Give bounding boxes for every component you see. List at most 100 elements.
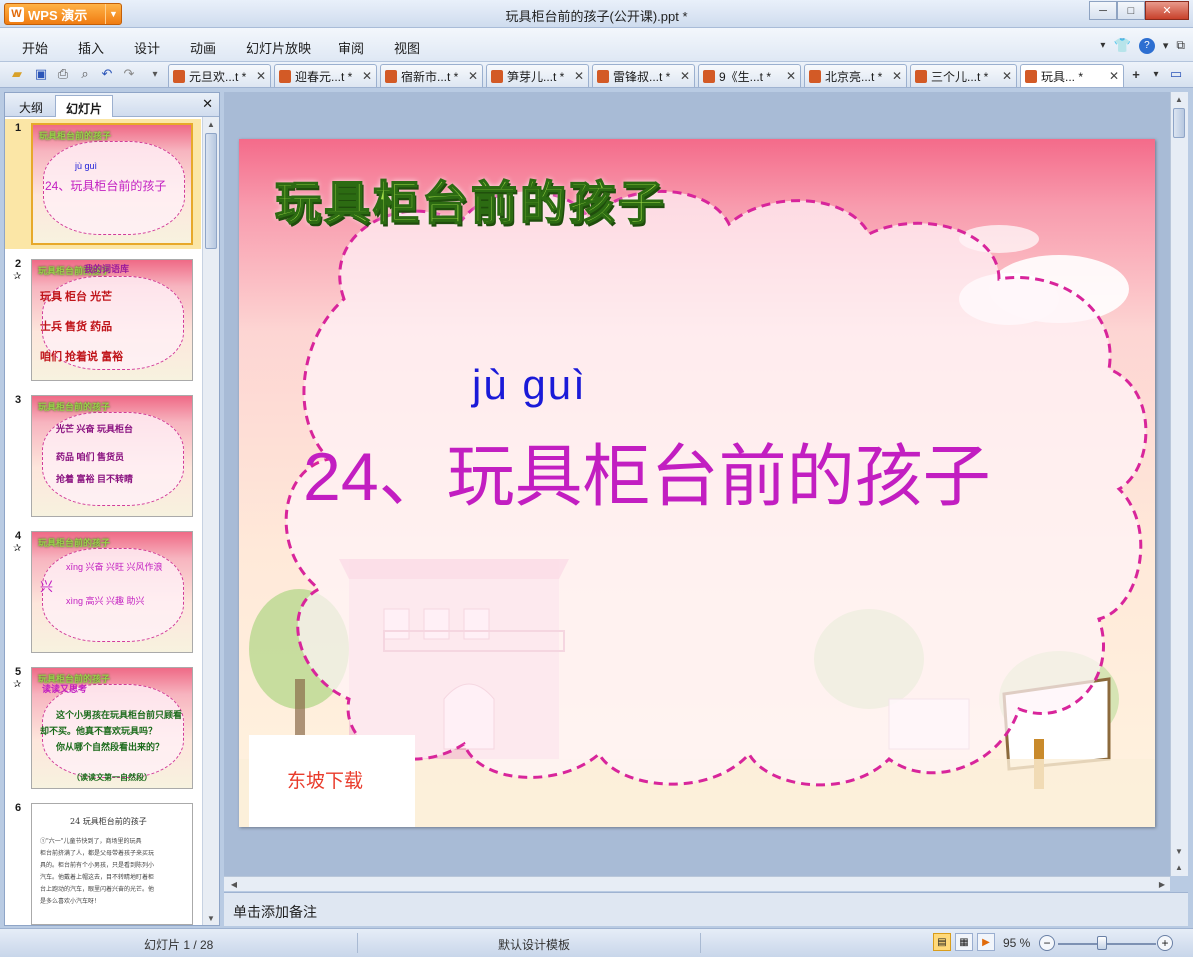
undo-icon[interactable]: ↶ (99, 66, 115, 82)
menu-design[interactable]: 设计 (134, 38, 160, 57)
slide-thumbnail-2[interactable]: 玩具柜台前的孩子 我的词语库 玩具 柜台 光芒 士兵 售货 药品 咱们 抢着说 … (31, 259, 193, 381)
slide-title-art[interactable]: 玩具柜台前的孩子 (274, 167, 667, 233)
close-button[interactable]: ✕ (1145, 1, 1189, 20)
prev-slide-icon[interactable]: ▲ (1171, 860, 1187, 874)
status-bar: 幻灯片 1 / 28 默认设计模板 ▤ ▦ ▶ 95 % − + (0, 928, 1193, 957)
redo-icon[interactable]: ↷ (121, 66, 137, 82)
scroll-up-icon[interactable]: ▲ (1171, 92, 1187, 106)
doc-tab-close-icon[interactable]: ✕ (468, 69, 478, 83)
thumb-text: 汽车。他戴着上帽这去，目不转睛地盯着柜 (40, 874, 155, 881)
menu-slideshow[interactable]: 幻灯片放映 (246, 38, 311, 57)
doc-tab-close-icon[interactable]: ✕ (1109, 69, 1119, 83)
thumb-title: 玩具柜台前的孩子 (39, 131, 112, 141)
slide-sorter-view-icon[interactable]: ▦ (955, 933, 973, 951)
doc-tab-6[interactable]: 9《生...t * ✕ (698, 64, 801, 87)
slide-horizontal-scrollbar[interactable]: ◀ ▶ (224, 876, 1170, 891)
thumb-text: 具的。柜台前有个小男孩，只是看到陈列小 (40, 862, 155, 869)
scroll-right-icon[interactable]: ▶ (1154, 877, 1170, 891)
scrollbar-thumb[interactable] (205, 133, 217, 249)
scroll-up-icon[interactable]: ▲ (203, 117, 219, 131)
slide-number: 2 (15, 258, 22, 270)
doc-tab-2[interactable]: 迎春元...t * ✕ (274, 64, 377, 87)
scrollbar-thumb[interactable] (1173, 108, 1185, 138)
doc-tab-1[interactable]: 元旦欢...t * ✕ (168, 64, 271, 87)
thumb-text: 柜台前挤满了人，都是父母带着孩子来买玩 (40, 850, 155, 857)
restore-icon[interactable]: ▾ (1163, 39, 1169, 52)
doc-tab-active[interactable]: 玩具... * ✕ (1020, 64, 1124, 87)
maximize-button[interactable]: □ (1117, 1, 1145, 20)
slide-thumbnail-4[interactable]: 玩具柜台前的孩子 xīng 兴奋 兴旺 兴风作浪 兴 xìng 高兴 兴趣 助兴 (31, 531, 193, 653)
save-icon[interactable]: ▣ (33, 66, 49, 82)
print-icon[interactable]: ⎙ (55, 66, 71, 82)
doc-tab-8[interactable]: 三个儿...t * ✕ (910, 64, 1017, 87)
print-preview-icon[interactable]: ⌕ (77, 66, 93, 82)
menu-view[interactable]: 视图 (394, 38, 420, 57)
thumbnail-row[interactable]: 5 ✰ 玩具柜台前的孩子 读读又思考 这个小男孩在玩具柜台前只顾看 却不买。他真… (5, 663, 201, 793)
pinyin-text[interactable]: jù guì (472, 361, 587, 409)
thumb-text: 是多么喜欢小汽车呀！ (40, 898, 101, 905)
doc-tab-close-icon[interactable]: ✕ (574, 69, 584, 83)
tab-slides[interactable]: 幻灯片 (55, 95, 114, 117)
lesson-heading[interactable]: 24、玩具柜台前的孩子 (303, 421, 991, 520)
minimize-button[interactable]: ─ (1089, 1, 1117, 20)
watermark-text[interactable]: 东坡下载 (287, 766, 363, 793)
tab-list-caret-icon[interactable]: ▾ (1148, 66, 1164, 82)
slide-number: 5 (15, 666, 22, 678)
thumbnail-row[interactable]: 2 ✰ 玩具柜台前的孩子 我的词语库 玩具 柜台 光芒 士兵 售货 药品 咱们 … (5, 255, 201, 385)
doc-tab-close-icon[interactable]: ✕ (892, 69, 902, 83)
doc-tab-7[interactable]: 北京亮...t * ✕ (804, 64, 907, 87)
slide-canvas[interactable]: 玩具柜台前的孩子 jù guì 24、玩具柜台前的孩子 东坡下载 (239, 139, 1155, 827)
scroll-down-icon[interactable]: ▼ (1171, 844, 1187, 858)
thumbnail-row[interactable]: 3 玩具柜台前的孩子 光芒 兴奋 玩具柜台 药品 咱们 售货员 抢着 富裕 目不… (5, 391, 201, 521)
doc-tab-close-icon[interactable]: ✕ (362, 69, 372, 83)
zoom-out-button[interactable]: − (1039, 935, 1055, 951)
slideshow-view-icon[interactable]: ▶ (977, 933, 995, 951)
scroll-down-icon[interactable]: ▼ (203, 911, 219, 925)
menu-review[interactable]: 审阅 (338, 38, 364, 57)
doc-tab-close-icon[interactable]: ✕ (786, 69, 796, 83)
open-icon[interactable]: ▰ (9, 66, 25, 82)
doc-tab-5[interactable]: 雷锋叔...t * ✕ (592, 64, 695, 87)
slide-number: 1 (15, 122, 22, 134)
thumb-text: 台上跑动的汽车，眼里闪着兴奋的光芒。他 (40, 886, 155, 893)
doc-tab-4[interactable]: 笋芽儿...t * ✕ (486, 64, 589, 87)
window-title: 玩具柜台前的孩子(公开课).ppt * (505, 9, 688, 24)
zoom-slider-knob[interactable] (1097, 936, 1107, 950)
dropdown-icon[interactable]: ▾ (1100, 40, 1105, 51)
slide-thumbnail-6[interactable]: 24 玩具柜台前的孩子 ①"六一"儿童节快到了，商场里的玩具 柜台前挤满了人，都… (31, 803, 193, 925)
doc-tab-3[interactable]: 宿新市...t * ✕ (380, 64, 483, 87)
thumbnail-row[interactable]: 4 ✰ 玩具柜台前的孩子 xīng 兴奋 兴旺 兴风作浪 兴 xìng 高兴 兴… (5, 527, 201, 657)
tab-layout-icon[interactable]: ▭ (1168, 66, 1184, 82)
menu-home[interactable]: 开始 (22, 38, 48, 57)
thumb-text: 抢着 富裕 目不转睛 (56, 474, 134, 484)
ppt-file-icon (279, 69, 291, 83)
slide-vertical-scrollbar[interactable]: ▲ ▼ ▲ (1170, 92, 1188, 876)
slide-thumbnail-1[interactable]: 玩具柜台前的孩子 jù guì 24、玩具柜台前的孩子 (31, 123, 193, 245)
slide-thumbnail-3[interactable]: 玩具柜台前的孩子 光芒 兴奋 玩具柜台 药品 咱们 售货员 抢着 富裕 目不转睛 (31, 395, 193, 517)
skin-icon[interactable]: 👕 (1113, 37, 1130, 54)
window-restore-icon[interactable]: ⧉ (1176, 38, 1185, 53)
doc-tab-label: 元旦欢...t * (189, 69, 247, 84)
notes-pane[interactable]: 单击添加备注 (224, 892, 1188, 926)
thumbnail-scrollbar[interactable]: ▲ ▼ (202, 117, 219, 925)
panel-close-icon[interactable]: ✕ (202, 96, 213, 112)
zoom-slider-track[interactable] (1058, 943, 1156, 945)
tab-outline[interactable]: 大纲 (9, 95, 53, 117)
doc-tab-close-icon[interactable]: ✕ (256, 69, 266, 83)
zoom-in-button[interactable]: + (1157, 935, 1173, 951)
menu-animation[interactable]: 动画 (190, 38, 216, 57)
thumbnail-row[interactable]: 6 24 玩具柜台前的孩子 ①"六一"儿童节快到了，商场里的玩具 柜台前挤满了人… (5, 799, 201, 925)
new-tab-plus-icon[interactable]: + (1128, 66, 1144, 82)
notes-placeholder[interactable]: 单击添加备注 (233, 902, 317, 922)
slide-thumbnail-5[interactable]: 玩具柜台前的孩子 读读又思考 这个小男孩在玩具柜台前只顾看 却不买。他真不喜欢玩… (31, 667, 193, 789)
help-icon[interactable]: ? (1138, 37, 1155, 54)
customize-icon[interactable]: ▾ (147, 66, 163, 82)
menu-insert[interactable]: 插入 (78, 38, 104, 57)
doc-tab-close-icon[interactable]: ✕ (680, 69, 690, 83)
thumbnail-row[interactable]: 1 玩具柜台前的孩子 jù guì 24、玩具柜台前的孩子 (5, 119, 201, 249)
ppt-file-icon (385, 69, 397, 83)
doc-tab-label: 9《生...t * (719, 69, 772, 84)
scroll-left-icon[interactable]: ◀ (226, 877, 242, 891)
doc-tab-close-icon[interactable]: ✕ (1002, 69, 1012, 83)
normal-view-icon[interactable]: ▤ (933, 933, 951, 951)
